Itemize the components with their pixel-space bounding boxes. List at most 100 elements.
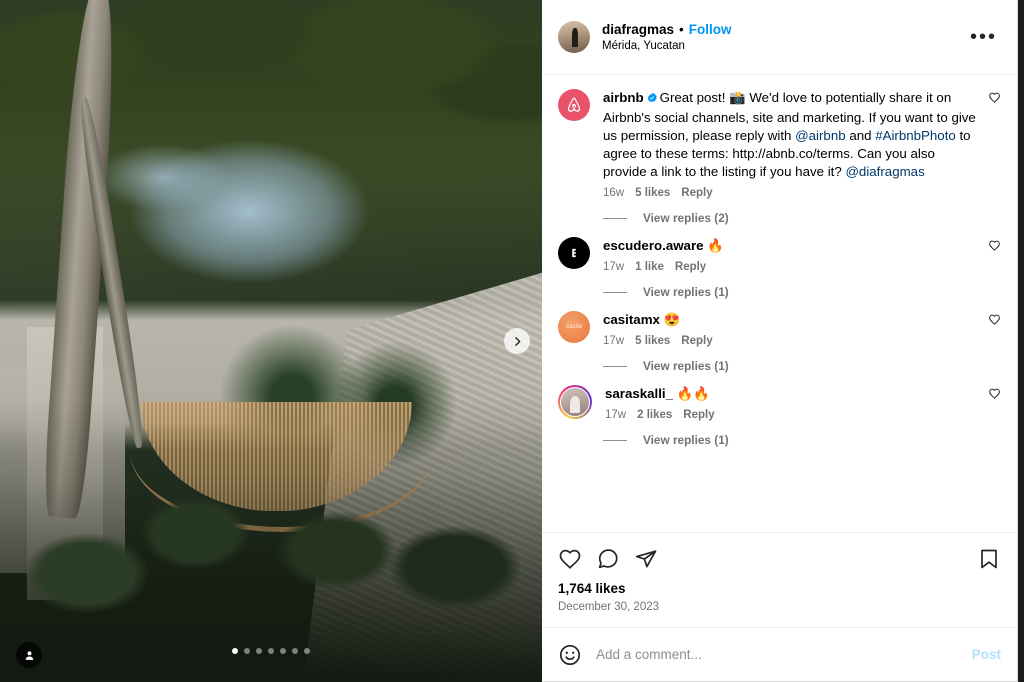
carousel-dot[interactable] bbox=[232, 648, 238, 654]
add-comment-input[interactable] bbox=[596, 647, 972, 662]
comment-likes[interactable]: 5 likes bbox=[635, 335, 670, 347]
comment-segment: and bbox=[845, 128, 876, 143]
post-photo bbox=[0, 0, 542, 682]
carousel-dot[interactable] bbox=[280, 648, 286, 654]
post-options-button[interactable]: ••• bbox=[966, 27, 1001, 47]
comment-item: saraskalli_ 🔥🔥 17w 2 likes Reply bbox=[558, 385, 1001, 421]
foreground-foliage bbox=[0, 395, 542, 682]
share-paper-plane-icon bbox=[635, 550, 657, 568]
heart-icon bbox=[989, 388, 1000, 399]
save-post-button[interactable] bbox=[977, 547, 1001, 571]
comment-segment: 🔥 bbox=[707, 238, 724, 253]
comment-meta: 17w 1 like Reply bbox=[603, 261, 980, 273]
view-replies-button[interactable]: View replies (1) bbox=[603, 359, 1001, 373]
comment-time: 16w bbox=[603, 187, 625, 199]
comment-body: casitamx 😍 17w 5 likes Reply bbox=[603, 311, 980, 347]
heart-icon bbox=[989, 240, 1000, 251]
view-replies-label: View replies (1) bbox=[643, 285, 729, 299]
carousel-dot[interactable] bbox=[292, 648, 298, 654]
view-replies-button[interactable]: View replies (1) bbox=[603, 433, 1001, 447]
comment-meta: 17w 2 likes Reply bbox=[605, 409, 980, 421]
carousel-dot[interactable] bbox=[244, 648, 250, 654]
add-comment-bar: Post bbox=[542, 627, 1017, 681]
comment-meta: 16w 5 likes Reply bbox=[603, 187, 980, 199]
heart-icon bbox=[559, 549, 581, 569]
comment-mention-link[interactable]: @diafragmas bbox=[845, 164, 924, 179]
carousel-dot[interactable] bbox=[256, 648, 262, 654]
share-post-button[interactable] bbox=[634, 547, 658, 571]
comment-text: airbnb Great post! 📸 We'd love to potenti… bbox=[603, 89, 980, 181]
post-media[interactable] bbox=[0, 0, 542, 682]
comments-list[interactable]: airbnb Great post! 📸 We'd love to potenti… bbox=[542, 75, 1017, 532]
avatar[interactable] bbox=[558, 89, 590, 121]
comment-meta: 17w 5 likes Reply bbox=[603, 335, 980, 347]
comment-username[interactable]: airbnb bbox=[603, 90, 644, 105]
like-comment-button[interactable] bbox=[988, 237, 1001, 257]
story-ring[interactable] bbox=[558, 385, 592, 419]
like-comment-button[interactable] bbox=[988, 89, 1001, 109]
post-header: diafragmas • Follow Mérida, Yucatan ••• bbox=[542, 0, 1017, 75]
comment-time: 17w bbox=[603, 261, 625, 273]
view-replies-line bbox=[603, 291, 627, 293]
like-post-button[interactable] bbox=[558, 547, 582, 571]
avatar[interactable] bbox=[558, 21, 590, 53]
comment-post-button[interactable] bbox=[596, 547, 620, 571]
tagged-users-button[interactable] bbox=[16, 642, 42, 668]
carousel-next-button[interactable] bbox=[504, 328, 530, 354]
post-actions: 1,764 likes December 30, 2023 bbox=[542, 532, 1017, 627]
follow-button[interactable]: Follow bbox=[689, 22, 732, 38]
casitamx-logo-icon: casita bbox=[566, 324, 582, 330]
comment-segment: 😍 bbox=[663, 312, 681, 327]
post-author-username[interactable]: diafragmas bbox=[602, 22, 674, 38]
post-likes-count[interactable]: 1,764 likes bbox=[558, 581, 1001, 596]
view-replies-line bbox=[603, 439, 627, 441]
bookmark-icon bbox=[981, 549, 997, 569]
post-comment-button[interactable]: Post bbox=[972, 647, 1001, 662]
verified-badge-icon bbox=[646, 91, 658, 109]
comment-likes[interactable]: 2 likes bbox=[637, 409, 672, 421]
comment-body: airbnb Great post! 📸 We'd love to potenti… bbox=[603, 89, 980, 199]
view-replies-label: View replies (2) bbox=[643, 211, 729, 225]
like-comment-button[interactable] bbox=[988, 385, 1001, 405]
comment-text: saraskalli_ 🔥🔥 bbox=[605, 385, 980, 403]
carousel-dot[interactable] bbox=[304, 648, 310, 654]
heart-icon bbox=[989, 314, 1000, 325]
view-replies-line bbox=[603, 365, 627, 367]
carousel-dots[interactable] bbox=[232, 648, 310, 654]
like-comment-button[interactable] bbox=[988, 311, 1001, 331]
post-sidebar: diafragmas • Follow Mérida, Yucatan ••• bbox=[542, 0, 1017, 681]
comment-username[interactable]: casitamx bbox=[603, 312, 660, 327]
comment-username[interactable]: escudero.aware bbox=[603, 238, 704, 253]
comment-item: escudero.aware 🔥 17w 1 like Reply bbox=[558, 237, 1001, 273]
escudero-logo-icon bbox=[572, 248, 576, 258]
comment-likes[interactable]: 1 like bbox=[635, 261, 664, 273]
comment-segment: 🔥🔥 bbox=[676, 386, 710, 401]
comment-reply-button[interactable]: Reply bbox=[681, 335, 712, 347]
view-replies-line bbox=[603, 217, 627, 219]
screen: diafragmas • Follow Mérida, Yucatan ••• bbox=[0, 0, 1024, 682]
comment-hashtag-link[interactable]: #AirbnbPhoto bbox=[875, 128, 956, 143]
comment-reply-button[interactable]: Reply bbox=[683, 409, 714, 421]
comment-time: 17w bbox=[605, 409, 627, 421]
comment-body: saraskalli_ 🔥🔥 17w 2 likes Reply bbox=[605, 385, 980, 421]
airbnb-logo-icon bbox=[567, 97, 581, 112]
comment-time: 17w bbox=[603, 335, 625, 347]
avatar[interactable]: casita bbox=[558, 311, 590, 343]
emoji-picker-button[interactable] bbox=[558, 643, 582, 667]
carousel-dot[interactable] bbox=[268, 648, 274, 654]
comment-reply-button[interactable]: Reply bbox=[681, 187, 712, 199]
emoji-smiley-icon bbox=[559, 644, 581, 665]
post-location[interactable]: Mérida, Yucatan bbox=[602, 40, 732, 52]
instagram-post: diafragmas • Follow Mérida, Yucatan ••• bbox=[0, 0, 1018, 682]
action-icons-row bbox=[558, 541, 1001, 575]
comment-mention-link[interactable]: @airbnb bbox=[795, 128, 845, 143]
comment-username[interactable]: saraskalli_ bbox=[605, 386, 673, 401]
view-replies-button[interactable]: View replies (1) bbox=[603, 285, 1001, 299]
avatar[interactable] bbox=[560, 387, 590, 417]
comment-reply-button[interactable]: Reply bbox=[675, 261, 706, 273]
avatar[interactable] bbox=[558, 237, 590, 269]
view-replies-button[interactable]: View replies (2) bbox=[603, 211, 1001, 225]
comment-likes[interactable]: 5 likes bbox=[635, 187, 670, 199]
comment-item: casita casitamx 😍 17w 5 likes Reply bbox=[558, 311, 1001, 347]
comment-body: escudero.aware 🔥 17w 1 like Reply bbox=[603, 237, 980, 273]
